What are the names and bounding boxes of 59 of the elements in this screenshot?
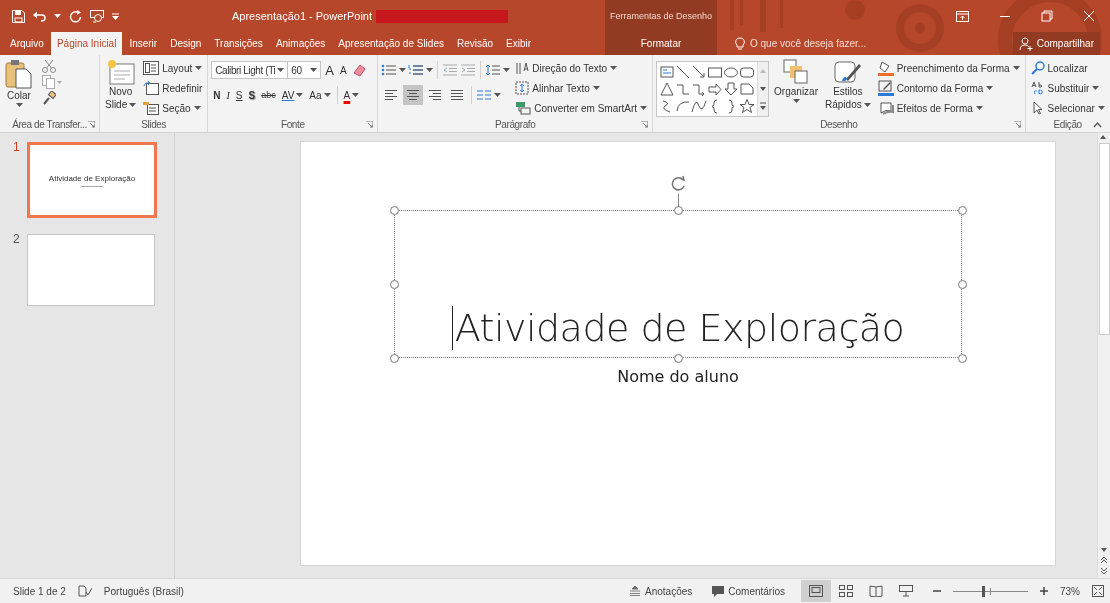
paste-button[interactable]: Colar	[3, 59, 35, 117]
change-case-button[interactable]: Aa	[307, 85, 333, 105]
strikethrough-button[interactable]: abc	[259, 85, 278, 105]
notes-button[interactable]: Anotações	[625, 580, 697, 602]
group-label: Área de Transfer...	[12, 119, 87, 130]
shape-format-button[interactable]: Contorno da Forma	[875, 79, 1022, 97]
paragraph-option-button[interactable]: Direção do Texto	[513, 59, 650, 77]
slide-subtitle: Nome do aluno	[617, 367, 739, 386]
group-label: Fonte	[281, 119, 305, 130]
font-name-field[interactable]: Calibri Light (Ti	[211, 61, 289, 79]
tell-me-field[interactable]: O que você deseja fazer...	[729, 32, 873, 55]
shape-format-button[interactable]: Preenchimento da Forma	[875, 59, 1022, 77]
paragraph-option-button[interactable]: Converter em SmartArt	[513, 99, 650, 117]
language-label[interactable]: Português (Brasil)	[103, 585, 184, 597]
slide-number: 1	[13, 140, 21, 156]
ribbon-tab[interactable]: Página Inicial	[50, 32, 123, 55]
context-group-label: Ferramentas de Desenho	[609, 11, 713, 21]
ribbon-tab[interactable]: Formatar	[605, 32, 717, 55]
shape-format-button[interactable]: Efeitos de Forma	[875, 99, 1022, 117]
window-title: Apresentação1 - PowerPoint	[232, 10, 373, 22]
arrange-button[interactable]: Organizar	[772, 59, 820, 117]
italic-button[interactable]: I	[224, 85, 232, 105]
slide-option-button[interactable]: Redefinir	[141, 79, 205, 97]
underline-button[interactable]: S	[233, 85, 245, 105]
editing-button[interactable]: Selecionar	[1028, 99, 1107, 117]
font-size-field[interactable]: 60	[287, 61, 322, 79]
slide-number: 2	[13, 232, 21, 248]
editing-button[interactable]: Localizar	[1028, 59, 1107, 77]
group-label: Edição	[1053, 119, 1082, 130]
character-spacing-button[interactable]: AV	[279, 85, 306, 105]
shrink-font-button[interactable]: A	[338, 60, 349, 80]
slide-option-button[interactable]: Layout	[141, 59, 205, 77]
zoom-level[interactable]: 73%	[1060, 585, 1080, 597]
ribbon-tab[interactable]: Animações	[269, 32, 332, 55]
ribbon-tab[interactable]: Design	[164, 32, 208, 55]
slide-thumbnail[interactable]: Atividade de Exploração	[27, 142, 157, 218]
ribbon-tab[interactable]: Arquivo	[4, 32, 50, 55]
group-label: Desenho	[820, 119, 858, 130]
new-slide-button[interactable]: Novo Slide	[103, 59, 139, 117]
font-color-button[interactable]: A	[341, 85, 362, 105]
ribbon-tab[interactable]: Inserir	[123, 32, 164, 55]
comments-button[interactable]: Comentários	[708, 580, 789, 602]
ribbon-tab[interactable]: Exibir	[500, 32, 538, 55]
paragraph-option-button[interactable]: Alinhar Texto	[513, 79, 650, 97]
slide-option-button[interactable]: Seção	[141, 99, 205, 117]
ribbon-tab[interactable]: Transições	[208, 32, 269, 55]
ribbon-tab[interactable]: Apresentação de Slides	[332, 32, 450, 55]
shadow-button[interactable]: S	[246, 85, 258, 105]
grow-font-button[interactable]: A	[323, 60, 337, 80]
quick-styles-button[interactable]: Estilos Rápidos	[823, 59, 873, 117]
share-button[interactable]: Compartilhar	[1012, 32, 1100, 55]
slide-title: Atividade de Exploração	[454, 306, 905, 350]
thumbnail-title: Atividade de Exploração	[48, 173, 136, 183]
editing-button[interactable]: Substituir	[1028, 79, 1107, 97]
slide-count: Slide 1 de 2	[13, 585, 66, 597]
ribbon-tab[interactable]: Revisão	[450, 32, 500, 55]
bold-button[interactable]: N	[211, 85, 223, 105]
group-label: Parágrafo	[495, 119, 536, 130]
group-label: Slides	[141, 119, 167, 130]
